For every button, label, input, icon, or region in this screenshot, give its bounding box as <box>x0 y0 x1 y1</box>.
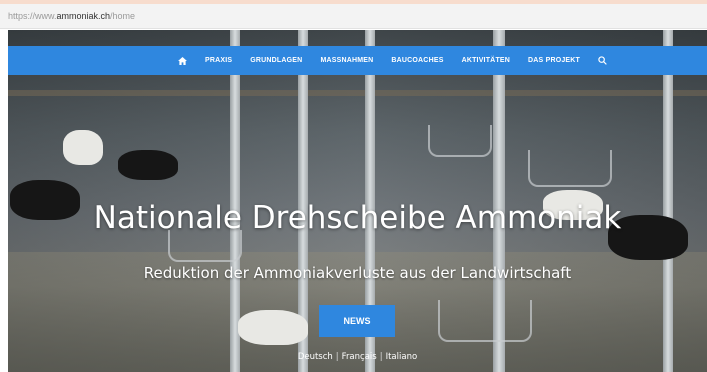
language-switcher: Deutsch | Français | Italiano <box>8 352 707 362</box>
cow <box>118 150 178 180</box>
barn-beam <box>8 90 707 96</box>
hero-subtitle: Reduktion der Ammoniakverluste aus der L… <box>143 264 572 282</box>
search-icon[interactable] <box>598 56 607 65</box>
hero-banner: PRAXIS GRUNDLAGEN MASSNAHMEN BAUCOACHES … <box>8 30 707 372</box>
nav-item-das-projekt[interactable]: DAS PROJEKT <box>528 57 580 64</box>
address-bar[interactable]: https://www.ammoniak.ch/home <box>0 4 707 29</box>
stall-rail <box>438 300 532 342</box>
main-navigation: PRAXIS GRUNDLAGEN MASSNAHMEN BAUCOACHES … <box>8 46 707 75</box>
nav-item-grundlagen[interactable]: GRUNDLAGEN <box>250 57 302 64</box>
cow <box>238 310 308 345</box>
news-button[interactable]: NEWS <box>319 305 395 337</box>
language-francais[interactable]: Français <box>342 352 377 362</box>
url-text[interactable]: https://www.ammoniak.ch/home <box>8 11 135 21</box>
language-italiano[interactable]: Italiano <box>386 352 418 362</box>
stall-rail <box>428 125 492 157</box>
nav-item-praxis[interactable]: PRAXIS <box>205 57 232 64</box>
nav-item-massnahmen[interactable]: MASSNAHMEN <box>320 57 373 64</box>
nav-item-baucoaches[interactable]: BAUCOACHES <box>391 57 443 64</box>
language-deutsch[interactable]: Deutsch <box>298 352 333 362</box>
hero-title: Nationale Drehscheibe Ammoniak <box>93 200 622 236</box>
cow <box>63 130 103 165</box>
language-separator: | <box>379 352 383 362</box>
stall-rail <box>528 150 612 187</box>
home-icon[interactable] <box>178 56 187 65</box>
language-separator: | <box>335 352 339 362</box>
nav-item-aktivitaeten[interactable]: AKTIVITÄTEN <box>462 57 510 64</box>
